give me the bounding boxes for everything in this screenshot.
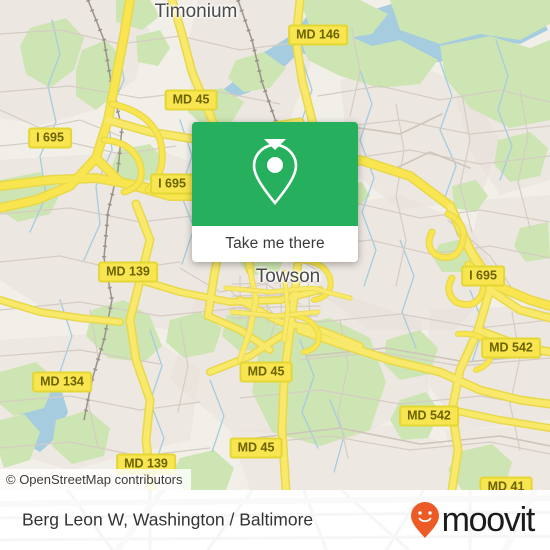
road-shield: MD 45 — [229, 437, 283, 459]
moovit-map-screenshot: .grn{fill:#cde5b2} .res{fill:#e8e0da} .w… — [0, 0, 550, 550]
road-shield: MD 134 — [32, 371, 92, 393]
map-pin-icon — [252, 143, 298, 206]
moovit-brand[interactable]: moovit — [410, 501, 536, 539]
take-me-there-button[interactable]: Take me there — [192, 226, 358, 262]
road-shield: MD 45 — [239, 361, 293, 383]
place-label-towson: Towson — [255, 266, 321, 287]
road-shield: MD 41 — [479, 476, 533, 490]
callout-pointer — [264, 139, 286, 150]
road-shield: MD 45 — [164, 89, 218, 111]
road-shield: MD 139 — [98, 261, 158, 283]
place-label-timonium: Timonium — [154, 1, 238, 22]
osm-attribution-text: © OpenStreetMap contributors — [6, 472, 183, 487]
road-shield: MD 146 — [288, 24, 348, 46]
road-shield: I 695 — [28, 127, 72, 149]
road-shield: I 695 — [150, 173, 194, 195]
callout-pin-panel — [192, 122, 358, 226]
road-shield: I 695 — [461, 265, 505, 287]
osm-attribution[interactable]: © OpenStreetMap contributors — [0, 469, 191, 490]
moovit-wordmark: moovit — [441, 501, 536, 539]
location-title: Berg Leon W, Washington / Baltimore — [22, 509, 314, 530]
moovit-pin-smiley-icon — [410, 502, 439, 538]
road-shield: MD 542 — [481, 337, 541, 359]
take-me-there-label: Take me there — [225, 235, 325, 252]
road-shield: MD 542 — [399, 405, 459, 427]
footer-bar: Berg Leon W, Washington / Baltimore moov… — [0, 490, 550, 550]
